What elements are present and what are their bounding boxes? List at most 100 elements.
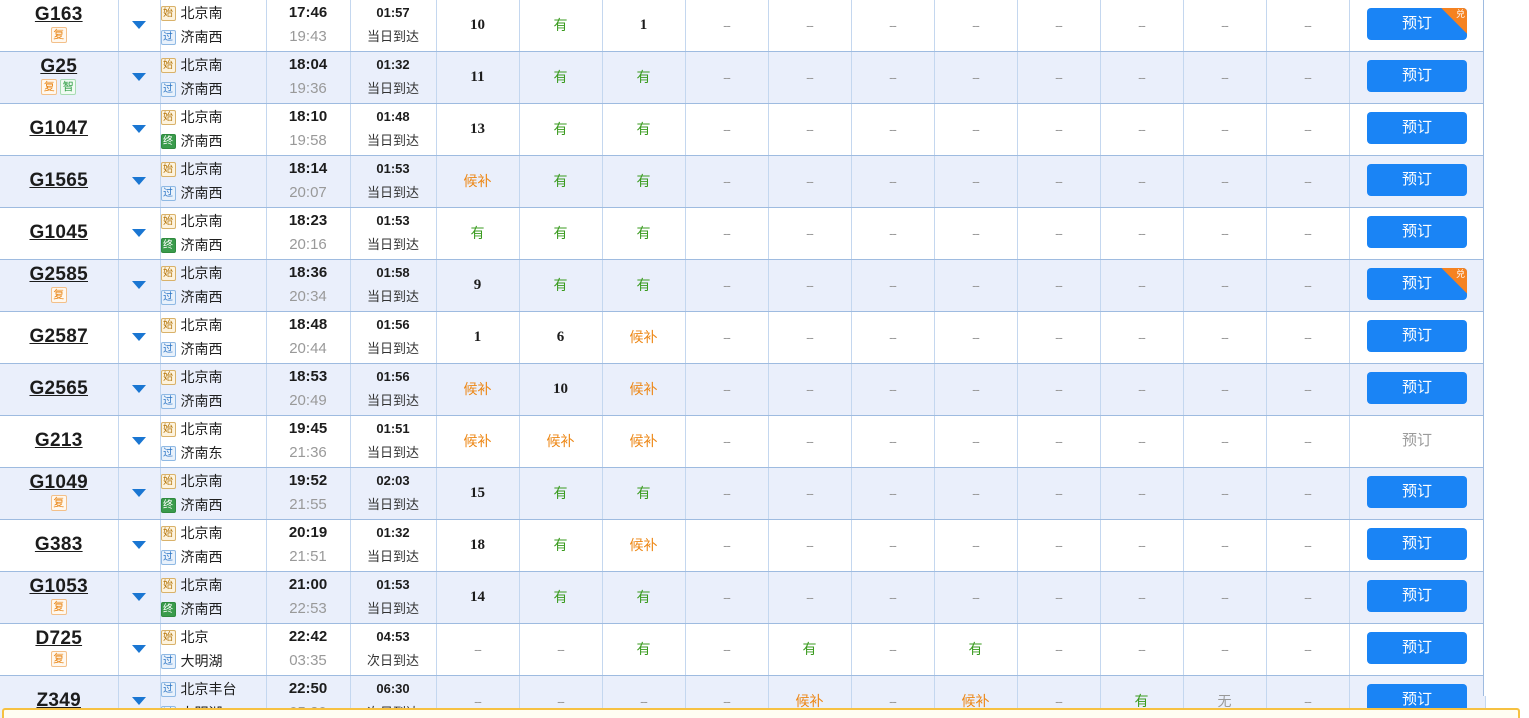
seat-availability-value[interactable]: 1 [474,329,482,345]
seat-availability-cell: -- [1266,207,1350,260]
chevron-down-icon[interactable] [132,125,146,133]
seat-availability-value[interactable]: 有 [637,121,651,137]
chevron-down-icon[interactable] [132,437,146,445]
seat-availability-value[interactable]: 有 [554,69,568,85]
seat-availability-value[interactable]: 有 [637,485,651,501]
seat-availability-value[interactable]: 候补 [630,381,658,397]
chevron-down-icon[interactable] [132,645,146,653]
book-button[interactable]: 预订 [1367,579,1467,612]
seat-availability-value[interactable]: 9 [474,277,482,293]
seat-availability-value[interactable]: 候补 [630,433,658,449]
chevron-down-icon[interactable] [132,73,146,81]
seat-availability-value[interactable]: 有 [969,641,983,657]
book-button[interactable]: 预订 [1367,163,1467,196]
seat-availability-value[interactable]: 有 [803,641,817,657]
chevron-down-icon[interactable] [132,385,146,393]
seat-availability-value[interactable]: 有 [637,225,651,241]
chevron-down-icon[interactable] [132,21,146,30]
seat-availability-value[interactable]: 14 [470,589,485,605]
seat-availability-value[interactable]: 有 [554,225,568,241]
train-number-link[interactable]: G2565 [0,364,118,401]
seat-availability-value[interactable]: 10 [470,17,485,33]
train-number-link[interactable]: Z349 [0,676,118,713]
train-number-link[interactable]: G163 [0,0,118,27]
seat-availability-cell: -- [1017,467,1101,520]
seat-availability-value[interactable]: 候补 [962,693,990,709]
book-button[interactable]: 预订 [1367,319,1467,352]
seat-availability-cell: -- [851,155,935,208]
seat-availability-value[interactable]: 候补 [547,433,575,449]
train-number-link[interactable]: G2585 [0,260,118,287]
seat-availability-value[interactable]: 有 [554,589,568,605]
seat-availability-value[interactable]: 13 [470,121,485,137]
seat-availability-value[interactable]: 有 [554,173,568,189]
train-number-link[interactable]: G1565 [0,156,118,193]
train-number-link[interactable]: G25 [0,52,118,79]
book-button[interactable]: 预订 [1367,371,1467,404]
arrival-station-name: 济南西 [180,133,223,149]
seat-availability-cell: 有 [519,467,603,520]
times-cell: 18:23 20:16 [266,207,351,260]
train-number-link[interactable]: G1053 [0,572,118,599]
train-number-link[interactable]: G1045 [0,208,118,245]
seat-availability-value[interactable]: 候补 [630,537,658,553]
seat-availability-value[interactable]: 11 [470,69,484,85]
seat-availability-value: -- [1138,381,1146,397]
seat-availability-value[interactable]: 候补 [464,433,492,449]
seat-availability-value[interactable]: 候补 [464,173,492,189]
seat-availability-value[interactable]: 15 [470,485,485,501]
seat-availability-value: -- [889,641,897,657]
seat-availability-value[interactable]: 候补 [630,329,658,345]
seat-availability-value[interactable]: 有 [637,69,651,85]
seat-availability-value[interactable]: 有 [637,277,651,293]
train-number-link[interactable]: G1049 [0,468,118,495]
times-cell: 18:10 19:58 [266,103,351,156]
seat-availability-value[interactable]: 6 [557,329,565,345]
seat-availability-value[interactable]: 有 [1135,693,1149,709]
book-button[interactable]: 预订兑 [1367,267,1467,300]
chevron-down-icon[interactable] [132,229,146,237]
book-button[interactable]: 预订兑 [1367,7,1467,40]
seat-availability-value[interactable]: 有 [554,17,568,33]
train-number-link[interactable]: D725 [0,624,118,651]
seat-availability-value[interactable]: 候补 [796,693,824,709]
train-number-link[interactable]: G383 [0,520,118,557]
seat-availability-value[interactable]: 有 [637,641,651,657]
arrival-station-name: 济南东 [180,445,223,461]
book-button[interactable]: 预订 [1367,59,1467,92]
destination-type-icon: 过 [160,549,176,565]
seat-availability-value[interactable]: 候补 [464,381,492,397]
book-button[interactable]: 预订 [1367,475,1467,508]
chevron-down-icon[interactable] [132,593,146,601]
seat-availability-value[interactable]: 有 [554,485,568,501]
seat-availability-value[interactable]: 18 [470,537,485,553]
book-button[interactable]: 预订 [1367,215,1467,248]
book-button[interactable]: 预订 [1367,111,1467,144]
trip-duration: 01:53 [376,577,410,592]
chevron-down-icon[interactable] [132,281,146,289]
table-row: G213 始北京南过济南东 19:45 21:36 01:51 当日到达 候补 候补 候补 -- -… [0,415,1486,468]
seat-availability-value: -- [723,17,731,33]
train-number-link[interactable]: G1047 [0,104,118,141]
chevron-down-icon[interactable] [132,489,146,497]
seat-availability-value[interactable]: 有 [471,225,485,241]
seat-availability-cell: 有 [768,623,852,676]
seat-availability-value[interactable]: 有 [554,121,568,137]
seat-availability-value[interactable]: 10 [553,381,568,397]
book-button[interactable]: 预订 [1367,527,1467,560]
train-results-body: G163 复始北京南过济南西 17:46 19:43 01:57 当日到达 10 有 1 -- --… [0,0,1486,718]
train-number-link[interactable]: G2587 [0,312,118,349]
seat-availability-value: -- [1304,641,1312,657]
seat-availability-value[interactable]: 有 [637,589,651,605]
book-button[interactable]: 预订 [1367,631,1467,664]
seat-availability-value[interactable]: 有 [637,173,651,189]
chevron-down-icon[interactable] [132,697,146,705]
seat-availability-cell: 有 [519,51,603,104]
chevron-down-icon[interactable] [132,333,146,341]
chevron-down-icon[interactable] [132,541,146,549]
seat-availability-value[interactable]: 有 [554,537,568,553]
seat-availability-value[interactable]: 有 [554,277,568,293]
chevron-down-icon[interactable] [132,177,146,185]
train-number-link[interactable]: G213 [0,416,118,453]
seat-availability-value[interactable]: 1 [640,17,648,33]
